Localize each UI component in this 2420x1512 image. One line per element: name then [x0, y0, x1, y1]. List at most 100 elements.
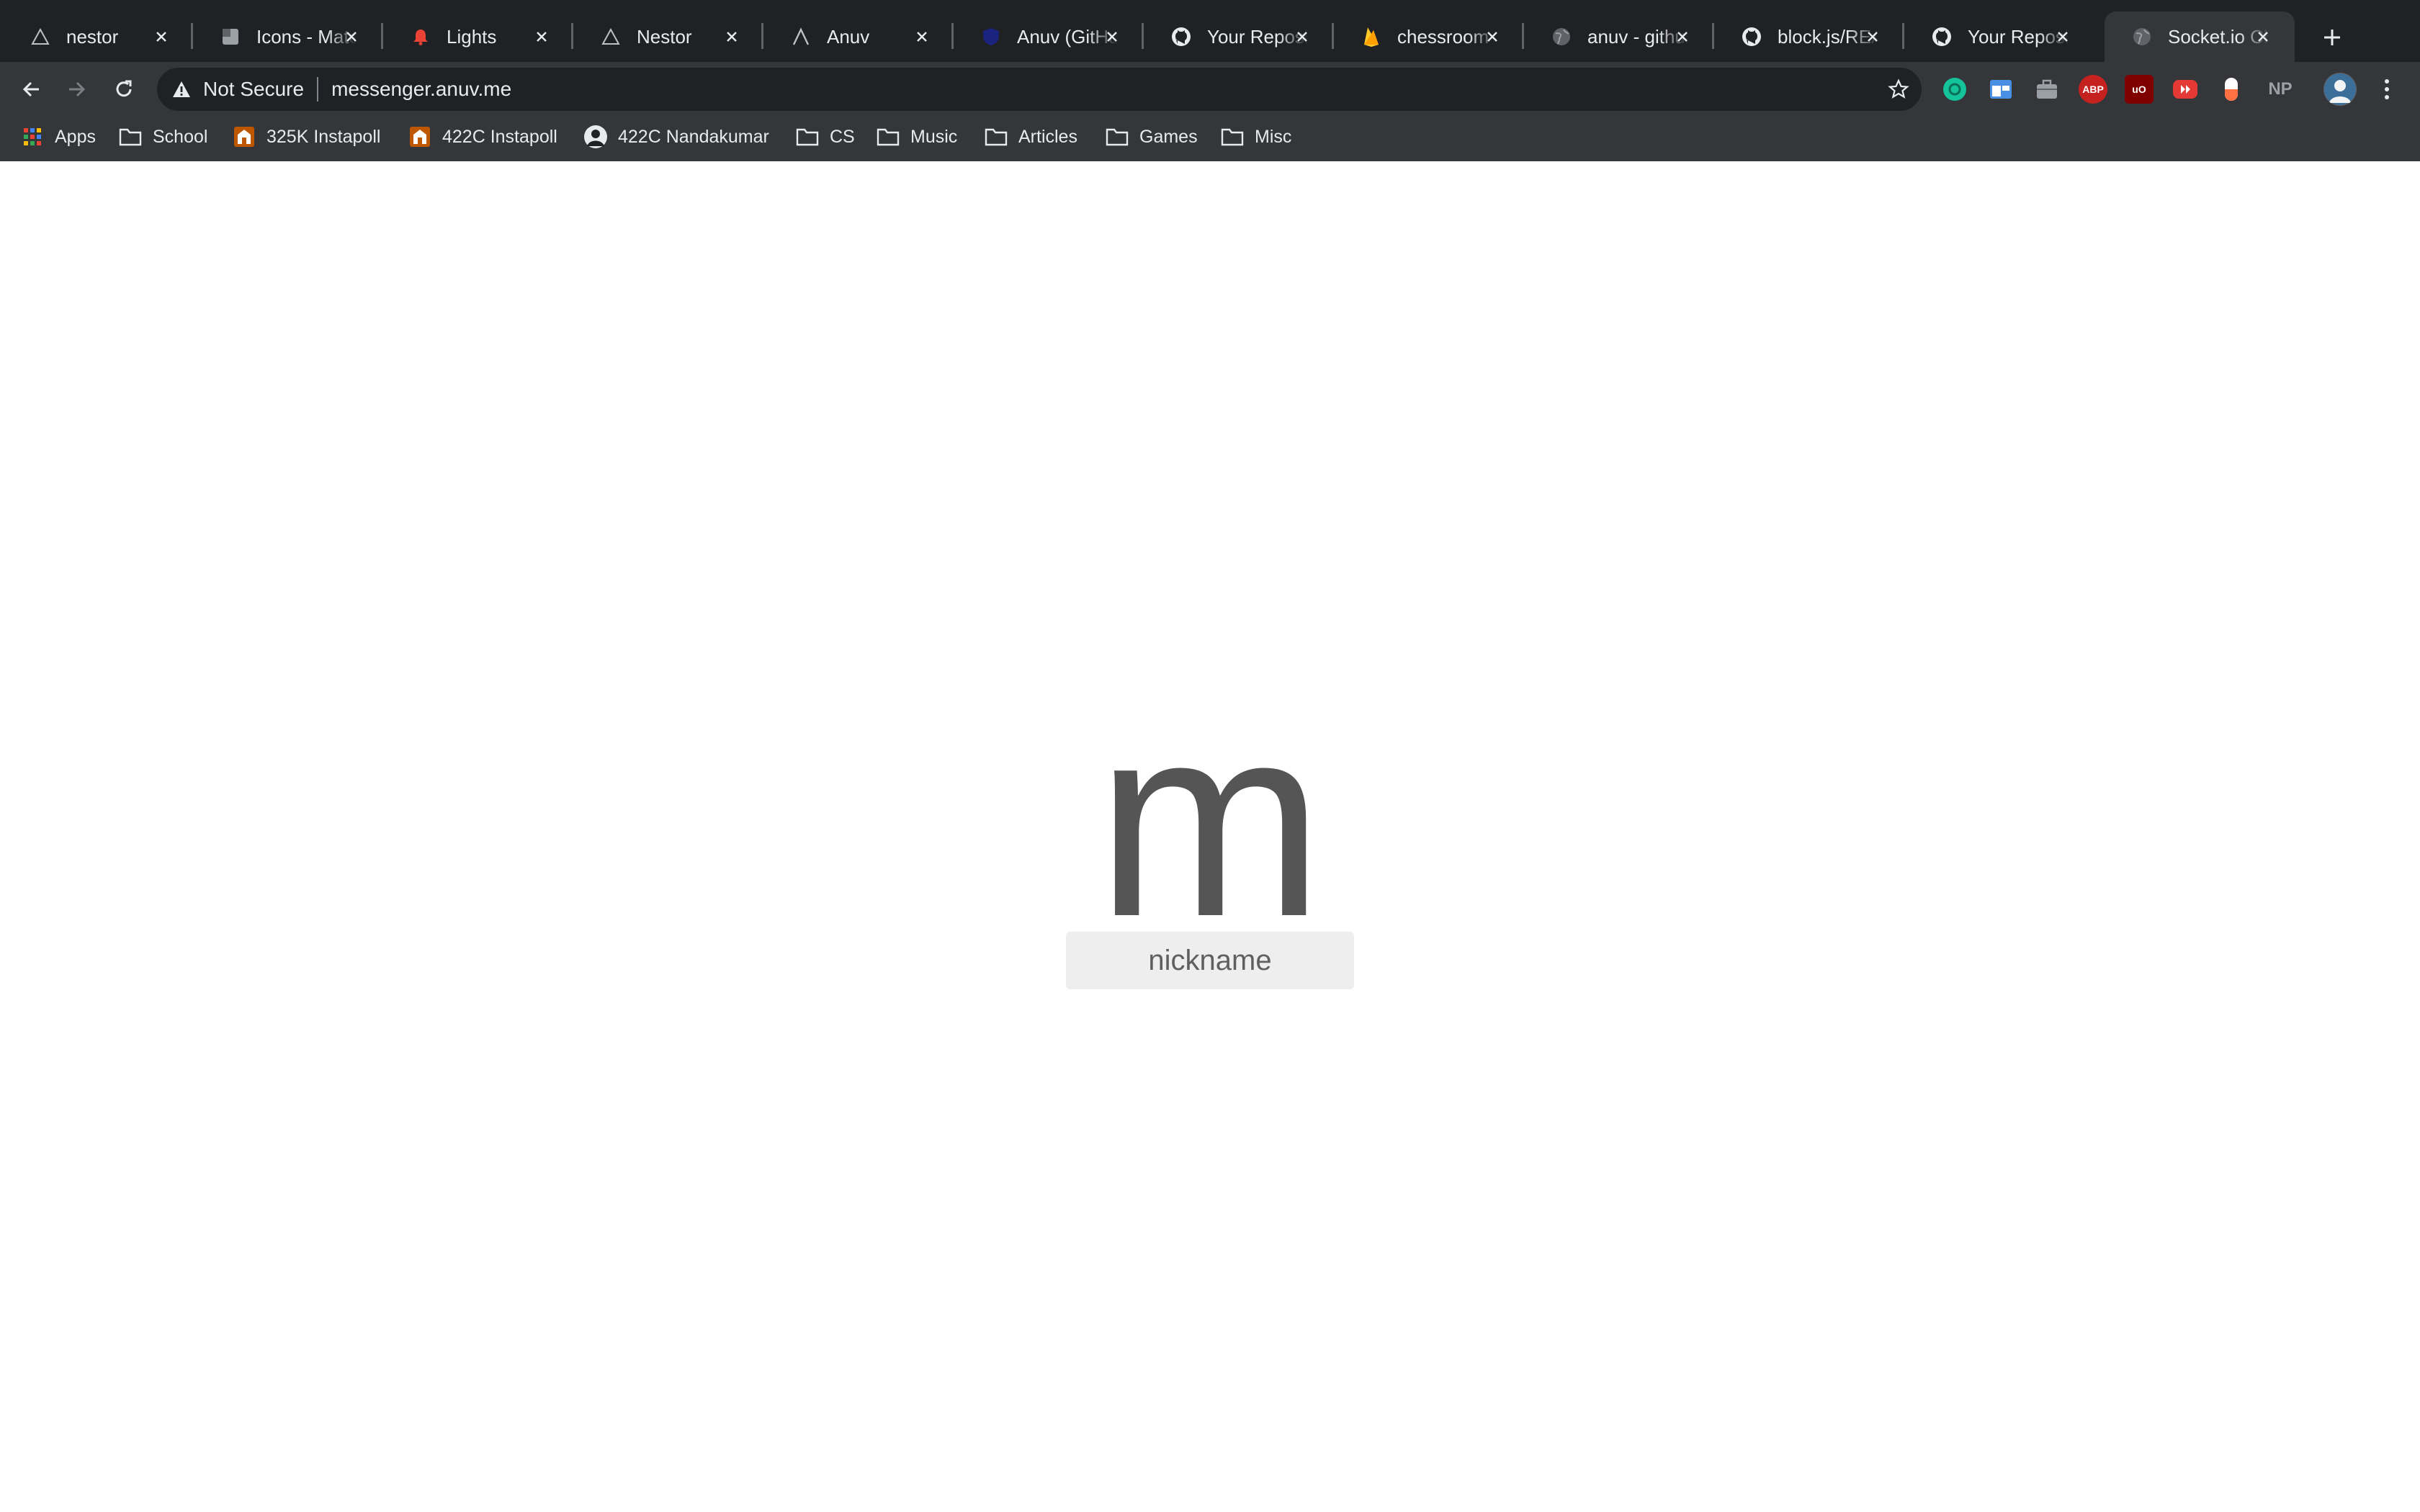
tab-chessroom[interactable]: chessroom: [1334, 12, 1524, 62]
close-icon[interactable]: [719, 24, 745, 50]
tab-blockjs-readme[interactable]: block.js/README: [1714, 12, 1904, 62]
forward-button[interactable]: [56, 69, 97, 109]
star-icon[interactable]: [1886, 76, 1912, 102]
tab-socketio-chat[interactable]: Socket.io Chat: [2105, 12, 2295, 62]
instapoll-icon: [408, 125, 432, 149]
security-label[interactable]: Not Secure: [203, 78, 304, 101]
warning-icon: [170, 78, 193, 101]
avatar-icon: [2324, 73, 2356, 105]
close-icon[interactable]: [1479, 24, 1505, 50]
tab-anuv-github[interactable]: Anuv (GitHub): [954, 12, 1144, 62]
np-label: NP: [2268, 79, 2293, 99]
ublock-extension-icon[interactable]: uO: [2125, 75, 2154, 104]
address-bar[interactable]: Not Secure messenger.anuv.me: [157, 68, 1922, 111]
back-button[interactable]: [12, 69, 52, 109]
bookmark-label: Apps: [55, 126, 96, 147]
bookmarks-bar: Apps School 325K Instapoll 422C Instapol…: [0, 120, 2420, 154]
tab-anuv-github-2[interactable]: anuv - github: [1524, 12, 1714, 62]
close-icon[interactable]: [2050, 24, 2076, 50]
bookmark-label: 422C Instapoll: [442, 126, 557, 147]
close-icon[interactable]: [148, 24, 174, 50]
material-icon: [219, 25, 242, 48]
video-extension-icon[interactable]: [2171, 75, 2200, 104]
plus-icon: [2324, 30, 2340, 45]
bookmark-422c-instapoll[interactable]: 422C Instapoll: [408, 120, 557, 154]
folder-icon: [876, 125, 900, 149]
github-icon: [1170, 25, 1193, 48]
bookmark-school[interactable]: School: [118, 120, 207, 154]
bookmark-325k-instapoll[interactable]: 325K Instapoll: [232, 120, 380, 154]
bookmark-label: Music: [910, 126, 958, 147]
arrow-right-icon: [69, 81, 86, 97]
menu-button[interactable]: [2367, 69, 2407, 109]
tab-nestor-2[interactable]: Nestor: [573, 12, 763, 62]
close-icon[interactable]: [339, 24, 364, 50]
close-icon[interactable]: [1860, 24, 1886, 50]
tab-icons-material[interactable]: Icons - Material: [193, 12, 383, 62]
firebase-icon: [1360, 25, 1383, 48]
close-icon[interactable]: [909, 24, 935, 50]
bookmark-label: CS: [830, 126, 855, 147]
adblock-extension-icon[interactable]: ABP: [2079, 75, 2107, 104]
np-extension-icon[interactable]: NP: [2263, 75, 2298, 104]
folder-icon: [1220, 125, 1245, 149]
bookmark-label: 422C Nandakumar: [618, 126, 769, 147]
github-icon: [1930, 25, 1953, 48]
bookmark-label: Games: [1139, 126, 1198, 147]
tab-your-repositories-2[interactable]: Your Repositories: [1904, 12, 2094, 62]
folder-icon: [1105, 125, 1129, 149]
bookmark-articles[interactable]: Articles: [984, 120, 1077, 154]
window-extension-icon[interactable]: [1986, 75, 2015, 104]
pill-extension-icon[interactable]: [2217, 75, 2246, 104]
close-icon[interactable]: [1289, 24, 1315, 50]
reload-button[interactable]: [104, 69, 144, 109]
bell-icon: [409, 25, 432, 48]
new-tab-button[interactable]: [2312, 17, 2352, 58]
nickname-input[interactable]: [1066, 932, 1354, 989]
ublock-label: uO: [2132, 84, 2146, 95]
bookmark-cs[interactable]: CS: [795, 120, 855, 154]
bookmark-apps[interactable]: Apps: [20, 120, 96, 154]
close-icon[interactable]: [529, 24, 555, 50]
triangle-icon: [599, 25, 622, 48]
tab-nestor[interactable]: nestor: [3, 12, 193, 62]
close-icon[interactable]: [1099, 24, 1125, 50]
app-logo: m: [1095, 667, 1325, 973]
tab-strip: nestor Icons - Material Lights Nestor An…: [0, 0, 2420, 62]
tab-lights[interactable]: Lights: [383, 12, 573, 62]
globe-icon: [1550, 25, 1573, 48]
reload-icon: [116, 80, 132, 97]
globe-icon: [2130, 25, 2154, 48]
triangle-icon: [29, 25, 52, 48]
lambda-icon: [789, 25, 812, 48]
arrow-left-icon: [22, 81, 39, 97]
tab-anuv[interactable]: Anuv: [763, 12, 954, 62]
bookmark-music[interactable]: Music: [876, 120, 957, 154]
github-icon: [1740, 25, 1763, 48]
close-icon[interactable]: [2250, 24, 2276, 50]
kebab-menu-icon: [2385, 79, 2389, 99]
bookmark-label: School: [153, 126, 208, 147]
briefcase-extension-icon[interactable]: [2033, 75, 2061, 104]
close-icon[interactable]: [1670, 24, 1695, 50]
instapoll-icon: [232, 125, 256, 149]
folder-icon: [795, 125, 820, 149]
bookmark-label: Articles: [1018, 126, 1077, 147]
folder-icon: [984, 125, 1008, 149]
grammar-extension-icon[interactable]: [1940, 75, 1969, 104]
apps-grid-icon: [20, 125, 45, 149]
browser-chrome: nestor Icons - Material Lights Nestor An…: [0, 0, 2420, 161]
bookmark-label: Misc: [1255, 126, 1292, 147]
shield-icon: [980, 25, 1003, 48]
url-text[interactable]: messenger.anuv.me: [331, 78, 511, 101]
adblock-label: ABP: [2082, 84, 2104, 95]
folder-icon: [118, 125, 143, 149]
bookmark-misc[interactable]: Misc: [1220, 120, 1291, 154]
avatar-icon: [583, 125, 608, 149]
bookmark-422c-nandakumar[interactable]: 422C Nandakumar: [583, 120, 769, 154]
profile-avatar[interactable]: [2323, 73, 2357, 106]
omnibox-divider: [317, 77, 319, 102]
bookmark-games[interactable]: Games: [1105, 120, 1198, 154]
bookmark-label: 325K Instapoll: [266, 126, 381, 147]
tab-your-repositories[interactable]: Your Repositories: [1144, 12, 1334, 62]
